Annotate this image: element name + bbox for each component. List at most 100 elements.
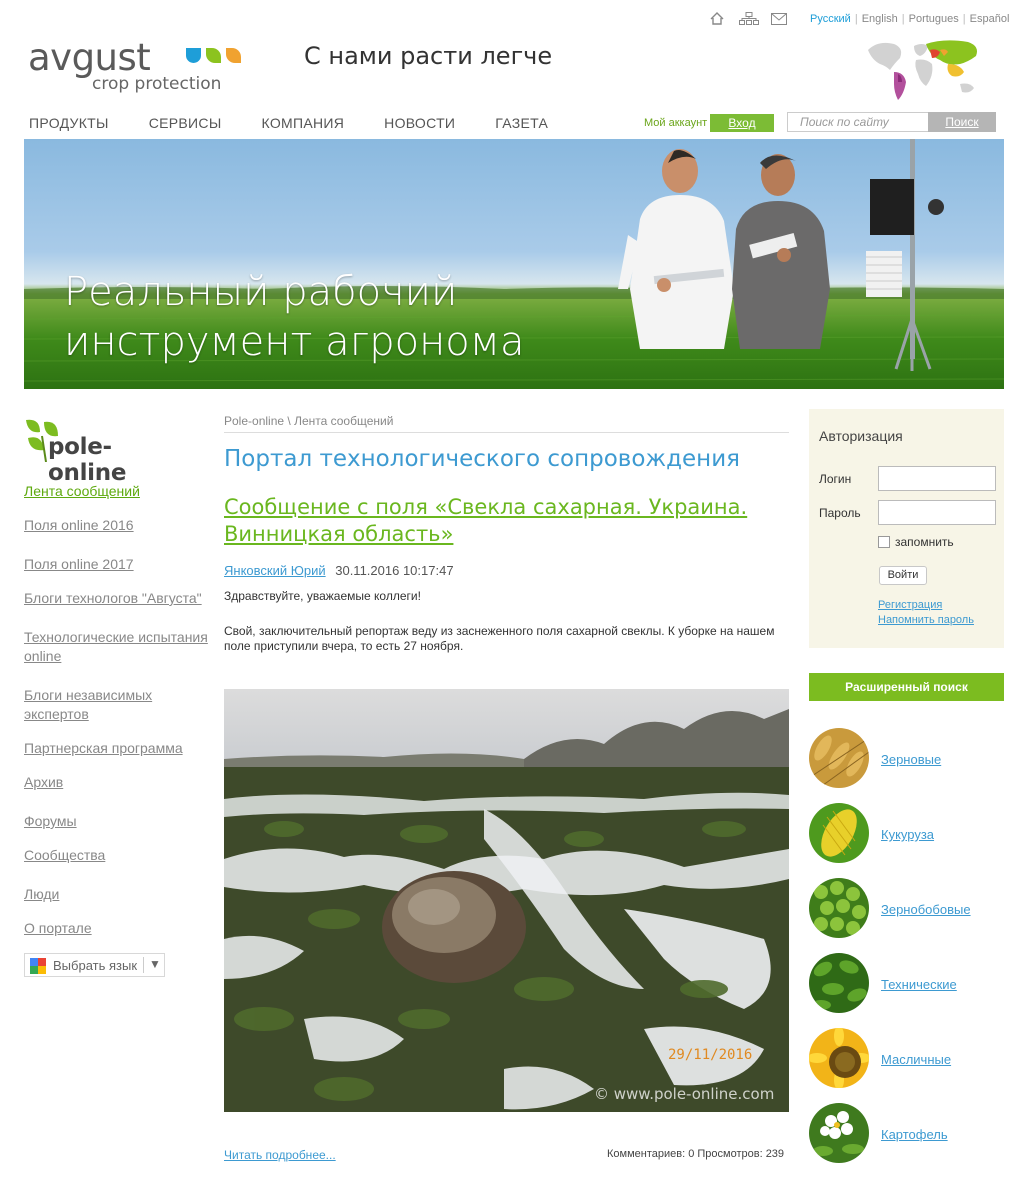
agronomist-1 bbox=[618, 149, 734, 349]
category-label: Технические bbox=[881, 977, 957, 992]
lang-separator: | bbox=[854, 13, 858, 25]
sidebar-item-expert-blogs[interactable]: Блоги независимых экспертов bbox=[24, 686, 209, 724]
logo-subtitle: crop protection bbox=[92, 74, 222, 94]
login-button[interactable]: Вход bbox=[710, 114, 774, 132]
login-label: Логин bbox=[819, 472, 852, 486]
breadcrumb-home[interactable]: Pole-online bbox=[224, 414, 284, 428]
lang-russian[interactable]: Русский bbox=[810, 13, 851, 25]
lang-separator: | bbox=[962, 13, 966, 25]
remind-password-link[interactable]: Напомнить пароль bbox=[878, 614, 974, 626]
lang-spanish[interactable]: Español bbox=[970, 13, 1010, 25]
post-author-link[interactable]: Янковский Юрий bbox=[224, 563, 326, 578]
pole-online-logo-text: pole-online bbox=[48, 434, 127, 486]
password-label: Пароль bbox=[819, 506, 861, 520]
logo-leaf-orange-icon bbox=[226, 48, 241, 63]
post-datetime: 30.11.2016 10:17:47 bbox=[335, 563, 454, 578]
sidebar-item-tech-blogs[interactable]: Блоги технологов "Августа" bbox=[24, 589, 209, 608]
sidebar-item-feed[interactable]: Лента сообщений bbox=[24, 482, 209, 501]
breadcrumb-separator: \ bbox=[284, 414, 295, 428]
banner-headline: Реальный рабочий инструмент агронома bbox=[64, 267, 524, 367]
sunflower-icon bbox=[809, 1028, 869, 1088]
logo-word: avgust bbox=[28, 36, 151, 79]
auth-title: Авторизация bbox=[819, 428, 903, 444]
sidebar-item-fields-2017[interactable]: Поля online 2017 bbox=[24, 555, 209, 574]
category-grain[interactable]: Зерновые bbox=[809, 728, 1004, 790]
post-photo[interactable]: 29/11/2016 © www.pole-online.com bbox=[224, 689, 789, 1112]
sidebar-item-people[interactable]: Люди bbox=[24, 885, 209, 904]
peas-icon bbox=[809, 878, 869, 938]
hero-banner: Реальный рабочий инструмент агронома bbox=[24, 139, 1004, 389]
dropdown-arrow-icon: ▼ bbox=[149, 957, 161, 971]
advanced-search-button[interactable]: Расширенный поиск bbox=[809, 673, 1004, 701]
nav-newspaper[interactable]: ГАЗЕТА bbox=[495, 115, 548, 131]
post-title-link[interactable]: Сообщение с поля «Свекла сахарная. Украи… bbox=[224, 494, 789, 548]
nav-products[interactable]: ПРОДУКТЫ bbox=[29, 115, 109, 131]
nav-services[interactable]: СЕРВИСЫ bbox=[149, 115, 222, 131]
category-label: Зерновые bbox=[881, 752, 942, 767]
weather-station bbox=[866, 139, 944, 371]
register-link[interactable]: Регистрация bbox=[878, 599, 942, 611]
world-map-icon[interactable] bbox=[864, 36, 982, 102]
language-select-label: Выбрать язык bbox=[53, 958, 138, 973]
language-select[interactable]: Выбрать язык ▼ bbox=[24, 953, 165, 977]
my-account-label: Мой аккаунт bbox=[644, 117, 708, 129]
breadcrumb: Pole-online \ Лента сообщений bbox=[224, 414, 789, 433]
grain-icon bbox=[809, 728, 869, 788]
sidebar-item-communities[interactable]: Сообщества bbox=[24, 846, 209, 865]
category-industrial[interactable]: Технические bbox=[809, 953, 1004, 1015]
sidebar-item-tech-trials[interactable]: Технологические испытания online bbox=[24, 628, 209, 666]
main-nav: ПРОДУКТЫ СЕРВИСЫ КОМПАНИЯ НОВОСТИ ГАЗЕТА bbox=[29, 115, 588, 131]
agronomist-2 bbox=[732, 154, 830, 349]
snowy-beet-field-photo: 29/11/2016 © www.pole-online.com bbox=[224, 689, 789, 1112]
potato-flower-icon bbox=[809, 1103, 869, 1163]
slogan: С нами расти легче bbox=[304, 42, 553, 70]
site-header: avgust crop protection С нами расти легч… bbox=[0, 0, 1028, 140]
lang-separator: | bbox=[901, 13, 905, 25]
page-title: Портал технологического сопровождения bbox=[224, 446, 741, 472]
category-oilseeds[interactable]: Масличные bbox=[809, 1028, 1004, 1090]
sidebar-item-about[interactable]: О портале bbox=[24, 919, 209, 938]
password-input[interactable] bbox=[878, 500, 996, 525]
language-bar: Русский | English | Portugues | Español bbox=[810, 13, 1009, 25]
photo-date-stamp: 29/11/2016 bbox=[668, 1047, 752, 1063]
sidebar-item-archive[interactable]: Архив bbox=[24, 773, 209, 792]
category-label: Картофель bbox=[881, 1127, 948, 1142]
post-meta: Янковский Юрий 30.11.2016 10:17:47 bbox=[224, 563, 454, 578]
category-label: Зернобобовые bbox=[881, 902, 971, 917]
corn-icon bbox=[809, 803, 869, 863]
photo-watermark: © www.pole-online.com bbox=[594, 1085, 774, 1103]
avgust-logo[interactable]: avgust crop protection bbox=[28, 36, 241, 98]
pole-online-logo[interactable]: pole-online bbox=[24, 418, 184, 486]
category-label: Масличные bbox=[881, 1052, 952, 1067]
banner-line-2: инструмент агронома bbox=[64, 319, 525, 365]
category-legumes[interactable]: Зернобобовые bbox=[809, 878, 1004, 940]
site-search-input[interactable] bbox=[787, 112, 929, 132]
remember-checkbox[interactable] bbox=[878, 536, 890, 548]
remember-label: запомнить bbox=[895, 535, 954, 549]
sitemap-icon[interactable] bbox=[739, 12, 759, 26]
lang-english[interactable]: English bbox=[862, 13, 898, 25]
sugarbeet-icon bbox=[809, 953, 869, 1013]
lang-portuguese[interactable]: Portugues bbox=[909, 13, 959, 25]
breadcrumb-current[interactable]: Лента сообщений bbox=[294, 414, 393, 428]
read-more-link[interactable]: Читать подробнее... bbox=[224, 1148, 336, 1162]
select-divider bbox=[143, 957, 144, 973]
logo-leaf-blue-icon bbox=[186, 48, 201, 63]
sidebar-item-partners[interactable]: Партнерская программа bbox=[24, 739, 209, 758]
top-icons bbox=[710, 12, 788, 26]
sign-in-button[interactable]: Войти bbox=[879, 566, 927, 585]
nav-company[interactable]: КОМПАНИЯ bbox=[262, 115, 345, 131]
category-corn[interactable]: Кукуруза bbox=[809, 803, 1004, 865]
logo-leaf-green-icon bbox=[206, 48, 221, 63]
sidebar-item-forums[interactable]: Форумы bbox=[24, 812, 209, 831]
post-stats: Комментариев: 0 Просмотров: 239 bbox=[607, 1148, 785, 1160]
site-search-button[interactable]: Поиск bbox=[928, 112, 996, 132]
home-icon[interactable] bbox=[710, 12, 727, 26]
nav-news[interactable]: НОВОСТИ bbox=[384, 115, 455, 131]
post-body: Свой, заключительный репортаж веду из за… bbox=[224, 624, 775, 653]
mail-icon[interactable] bbox=[771, 12, 788, 26]
category-label: Кукуруза bbox=[881, 827, 935, 842]
category-potato[interactable]: Картофель bbox=[809, 1103, 1004, 1165]
login-input[interactable] bbox=[878, 466, 996, 491]
sidebar-item-fields-2016[interactable]: Поля online 2016 bbox=[24, 516, 209, 535]
